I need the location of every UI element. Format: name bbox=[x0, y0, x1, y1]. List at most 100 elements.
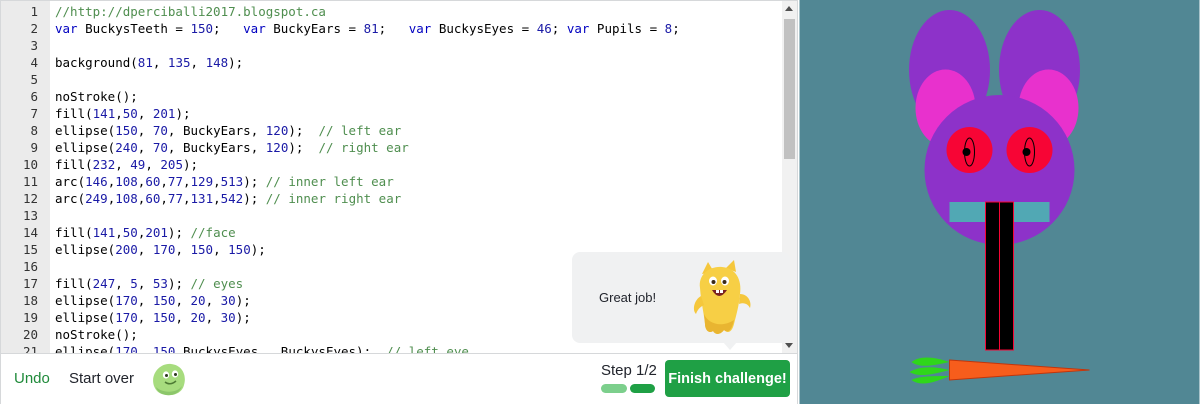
code-token: 205 bbox=[160, 157, 183, 172]
code-text[interactable]: fill(247, 5, 53); // eyes bbox=[55, 275, 243, 292]
code-line[interactable]: 6 noStroke(); bbox=[1, 88, 783, 105]
code-token: BuckysEyes = bbox=[431, 21, 537, 36]
code-text[interactable]: var BuckysTeeth = 150; var BuckyEars = 8… bbox=[55, 20, 680, 37]
code-token: , bbox=[115, 225, 123, 240]
code-line[interactable]: 11 arc(146,108,60,77,129,513); // inner l… bbox=[1, 173, 783, 190]
code-token: var bbox=[243, 21, 266, 36]
code-token: ellipse( bbox=[55, 242, 116, 257]
step-progress bbox=[601, 384, 655, 394]
code-token: // inner right ear bbox=[265, 191, 402, 206]
line-number: 16 bbox=[22, 259, 38, 274]
code-token: ); bbox=[167, 276, 191, 291]
code-token: // eyes bbox=[190, 276, 244, 291]
code-text[interactable]: fill(232, 49, 205); bbox=[55, 156, 198, 173]
code-line[interactable]: 13 bbox=[1, 207, 783, 224]
line-number: 12 bbox=[22, 191, 38, 206]
code-token: 120 bbox=[265, 140, 289, 155]
code-text[interactable]: background(81, 135, 148); bbox=[55, 54, 243, 71]
code-token: 170 bbox=[152, 242, 176, 257]
code-token: 30 bbox=[220, 293, 236, 308]
code-token: , bbox=[145, 157, 161, 172]
right-tooth bbox=[999, 201, 1014, 351]
code-line[interactable]: 4 background(81, 135, 148); bbox=[1, 54, 783, 71]
code-text[interactable]: arc(146,108,60,77,129,513); // inner lef… bbox=[55, 173, 394, 190]
code-token: , bbox=[115, 157, 131, 172]
code-token: ); bbox=[250, 242, 266, 257]
code-token: 60 bbox=[145, 191, 161, 206]
code-text[interactable]: ellipse(170, 150, 20, 30); bbox=[55, 309, 251, 326]
code-line[interactable]: 9 ellipse(240, 70, BuckyEars, 120); // ri… bbox=[1, 139, 783, 156]
code-token: 46 bbox=[536, 21, 552, 36]
code-line[interactable]: 5 bbox=[1, 71, 783, 88]
finish-challenge-button[interactable]: Finish challenge! bbox=[665, 360, 790, 397]
code-text[interactable]: fill(141,50,201); //face bbox=[55, 224, 236, 241]
code-line[interactable]: 12 arc(249,108,60,77,131,542); // inner r… bbox=[1, 190, 783, 207]
code-line[interactable]: 2 var BuckysTeeth = 150; var BuckyEars = … bbox=[1, 20, 783, 37]
code-text[interactable]: ellipse(240, 70, BuckyEars, 120); // rig… bbox=[55, 139, 409, 156]
code-token: 249 bbox=[85, 191, 108, 206]
start-over-button[interactable]: Start over bbox=[69, 370, 134, 387]
code-token: , bbox=[213, 242, 229, 257]
code-line[interactable]: 7 fill(141,50, 201); bbox=[1, 105, 783, 122]
code-token: , bbox=[137, 344, 153, 353]
code-token: 513 bbox=[220, 174, 244, 189]
code-editor[interactable]: 1 //http://dperciballi2017.blogspot.ca 2 va… bbox=[0, 0, 798, 404]
code-text[interactable]: arc(249,108,60,77,131,542); // inner rig… bbox=[55, 190, 401, 207]
line-number: 19 bbox=[22, 310, 38, 325]
code-token: 120 bbox=[265, 123, 289, 138]
code-text[interactable]: ellipse(170, 150,BuckysEyes, BuckysEyes)… bbox=[55, 343, 469, 353]
code-token: 200 bbox=[115, 242, 138, 257]
code-token: 53 bbox=[152, 276, 168, 291]
undo-button[interactable]: Undo bbox=[14, 370, 50, 387]
code-line[interactable]: 21 ellipse(170, 150,BuckysEyes, BuckysEye… bbox=[1, 343, 783, 353]
code-token: 108 bbox=[115, 191, 138, 206]
code-token: , bbox=[213, 174, 221, 189]
code-line[interactable]: 14 fill(141,50,201); //face bbox=[1, 224, 783, 241]
code-token: 240 bbox=[115, 140, 138, 155]
code-token: , bbox=[182, 174, 191, 189]
code-text[interactable]: ellipse(150, 70, BuckyEars, 120); // lef… bbox=[55, 122, 401, 139]
code-token: 150 bbox=[190, 21, 214, 36]
code-token: ); bbox=[228, 55, 244, 70]
code-text[interactable]: fill(141,50, 201); bbox=[55, 105, 191, 122]
code-line[interactable]: 3 bbox=[1, 37, 783, 54]
code-text[interactable]: ellipse(170, 150, 20, 30); bbox=[55, 292, 251, 309]
code-text[interactable]: noStroke(); bbox=[55, 326, 138, 343]
code-token: var bbox=[408, 21, 432, 36]
code-token: noStroke(); bbox=[55, 89, 138, 104]
code-token: arc( bbox=[55, 174, 86, 189]
step-indicator: Step 1/2 bbox=[601, 362, 657, 379]
scroll-up-arrow-icon[interactable] bbox=[785, 6, 793, 11]
code-token: 150 bbox=[190, 242, 214, 257]
code-token: 50 bbox=[122, 106, 138, 121]
code-token: , bbox=[182, 191, 191, 206]
code-text[interactable]: //http://dperciballi2017.blogspot.ca bbox=[55, 3, 326, 20]
code-text[interactable]: ellipse(200, 170, 150, 150); bbox=[55, 241, 266, 258]
code-token: , bbox=[175, 293, 191, 308]
code-line[interactable]: 10 fill(232, 49, 205); bbox=[1, 156, 783, 173]
code-token: , bbox=[137, 242, 153, 257]
line-number: 21 bbox=[22, 344, 38, 353]
code-token: 135 bbox=[167, 55, 191, 70]
code-token: //face bbox=[190, 225, 236, 240]
code-token: 150 bbox=[152, 344, 176, 353]
line-number: 20 bbox=[22, 327, 38, 342]
code-token: 542 bbox=[220, 191, 244, 206]
code-line[interactable]: 8 ellipse(150, 70, BuckyEars, 120); // le… bbox=[1, 122, 783, 139]
code-token: , bbox=[175, 242, 191, 257]
tooltip-pointer bbox=[723, 342, 737, 350]
code-token: , bbox=[152, 55, 168, 70]
code-token: //http://dperciballi2017.blogspot.ca bbox=[55, 4, 326, 19]
line-number: 3 bbox=[30, 38, 38, 53]
code-token: , bbox=[137, 276, 153, 291]
left-pupil bbox=[962, 148, 971, 156]
code-line[interactable]: 1 //http://dperciballi2017.blogspot.ca bbox=[1, 3, 783, 20]
line-number: 5 bbox=[30, 72, 38, 87]
code-text[interactable]: noStroke(); bbox=[55, 88, 138, 105]
code-token: , bbox=[137, 123, 153, 138]
code-token: ellipse( bbox=[55, 123, 116, 138]
scroll-down-arrow-icon[interactable] bbox=[785, 343, 793, 348]
code-token: arc( bbox=[55, 191, 86, 206]
code-token: ellipse( bbox=[55, 293, 116, 308]
scroll-thumb[interactable] bbox=[784, 19, 795, 159]
